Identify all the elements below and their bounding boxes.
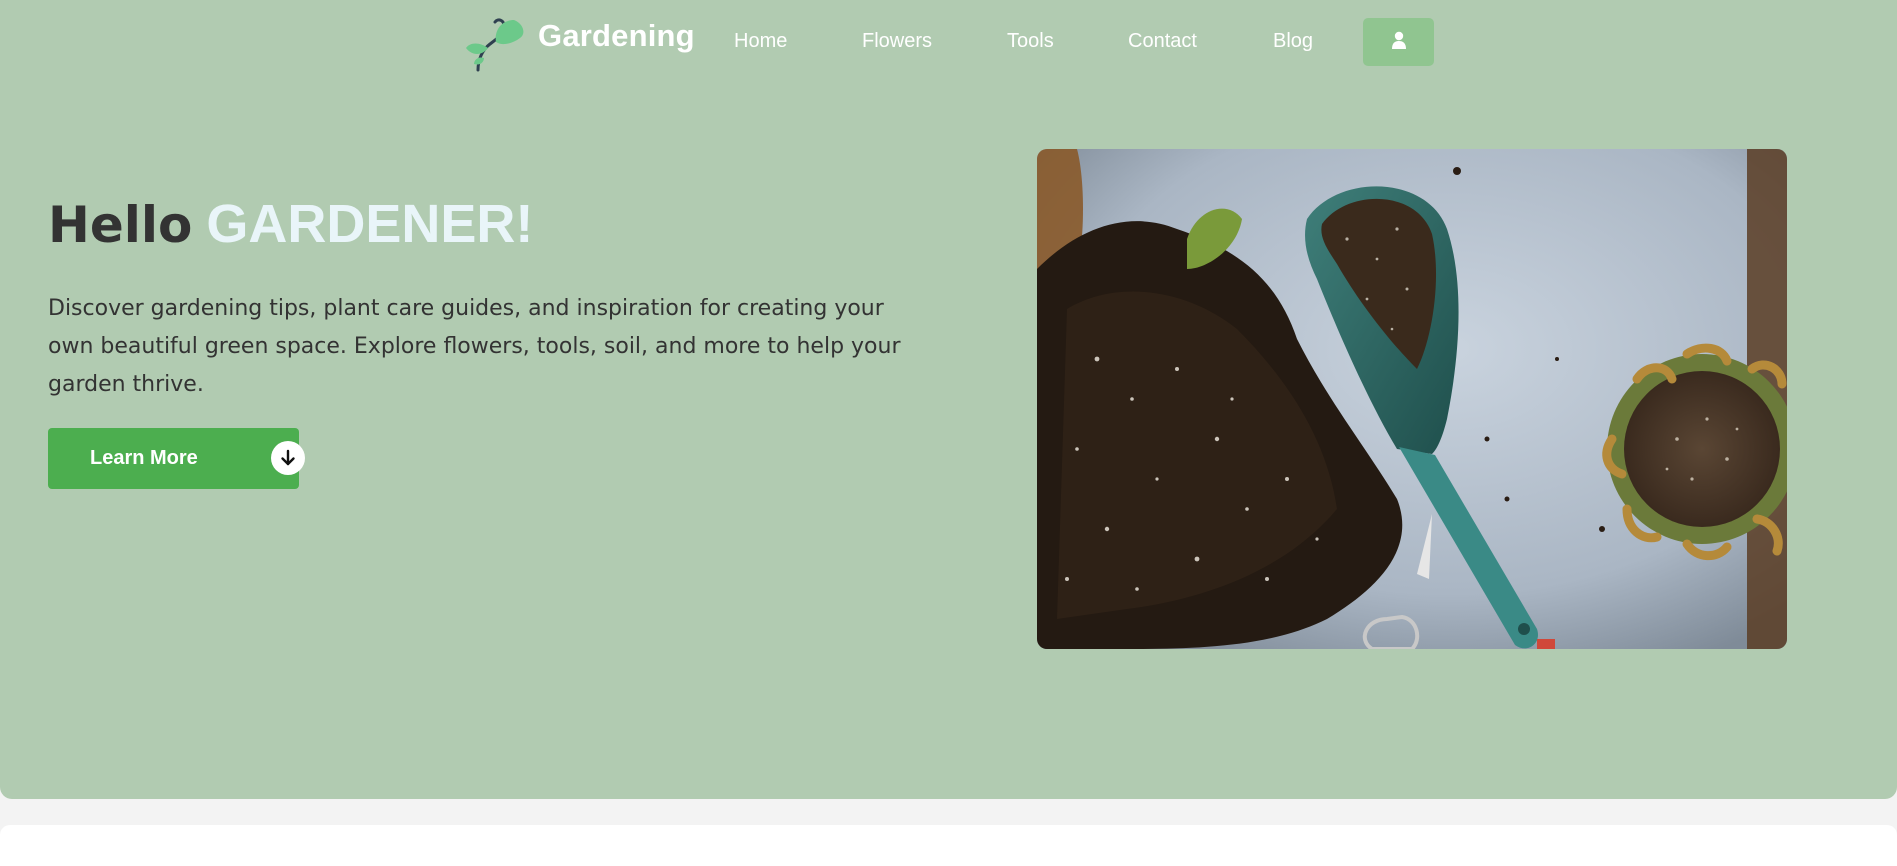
next-section bbox=[0, 825, 1897, 866]
nav-link-home[interactable]: Home bbox=[734, 30, 787, 53]
sprout-icon[interactable] bbox=[464, 10, 526, 74]
hero-title-highlight: GARDENER! bbox=[206, 194, 534, 254]
garden-trowel-soil-photo bbox=[1037, 149, 1787, 649]
learn-more-button[interactable]: Learn More bbox=[48, 428, 305, 489]
brand-name[interactable]: Gardening bbox=[538, 18, 695, 54]
top-navigation: Gardening Home Flowers Tools Contact Blo… bbox=[0, 0, 1897, 80]
nav-link-tools[interactable]: Tools bbox=[1007, 30, 1054, 53]
user-account-button[interactable] bbox=[1363, 18, 1434, 66]
hero-description: Discover gardening tips, plant care guid… bbox=[48, 296, 901, 397]
arrow-down-circle-icon bbox=[271, 441, 305, 475]
nav-link-flowers[interactable]: Flowers bbox=[862, 30, 932, 53]
hero-title: Hello GARDENER! bbox=[48, 193, 533, 256]
hero-title-hello: Hello bbox=[48, 196, 193, 254]
learn-more-label: Learn More bbox=[90, 447, 198, 469]
nav-link-contact[interactable]: Contact bbox=[1128, 30, 1197, 53]
user-icon bbox=[1391, 31, 1407, 54]
hero-section: Gardening Home Flowers Tools Contact Blo… bbox=[0, 0, 1897, 799]
nav-link-blog[interactable]: Blog bbox=[1273, 30, 1313, 53]
